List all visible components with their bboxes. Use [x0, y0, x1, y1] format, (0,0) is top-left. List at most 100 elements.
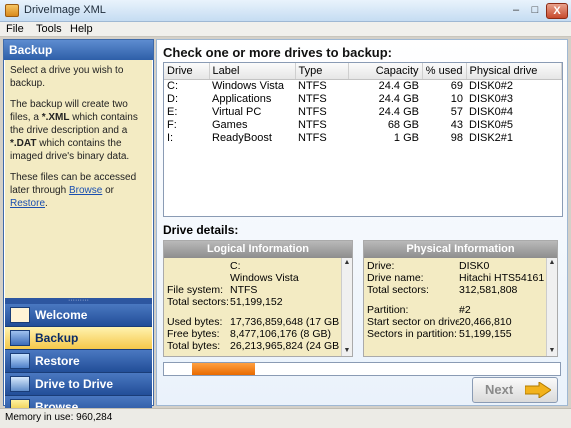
drive-row[interactable]: C: Windows Vista NTFS 24.4 GB 69 DISK0#2	[164, 79, 562, 92]
help-xml: *.XML	[41, 112, 70, 123]
info-key: Total sectors:	[167, 296, 229, 308]
next-button[interactable]: Next	[472, 377, 558, 403]
info-key: File system:	[167, 284, 224, 296]
drive-cell: C:	[167, 79, 178, 92]
physical-drive-cell: DISK0#4	[469, 105, 514, 118]
close-button[interactable]: X	[546, 3, 568, 19]
logical-info-panel: Logical Information C: Windows Vista File …	[163, 240, 353, 357]
info-row: Partition: #2	[367, 304, 544, 316]
drive-table: Drive Label Type Capacity % used Physica…	[164, 63, 562, 144]
main-panel: Check one or more drives to backup: Driv…	[156, 39, 568, 406]
info-row: Drive: DISK0	[367, 260, 544, 272]
info-row: File system: NTFS	[167, 284, 339, 296]
restore-icon	[10, 353, 30, 369]
info-row: Total bytes: 26,213,965,824 (24 GB)	[167, 340, 339, 352]
drive-row[interactable]: D: Applications NTFS 24.4 GB 10 DISK0#3	[164, 92, 562, 105]
capacity-cell: 24.4 GB	[378, 105, 419, 118]
type-cell: NTFS	[298, 105, 327, 118]
capacity-cell: 68 GB	[387, 118, 419, 131]
help-panel: Select a drive you wish to backup. The b…	[5, 60, 152, 298]
sidebar: Backup Select a drive you wish to backup…	[3, 39, 154, 419]
memory-status: Memory in use: 960,284	[5, 412, 113, 423]
info-key: Total sectors:	[367, 284, 429, 296]
nav-welcome-label: Welcome	[35, 308, 88, 322]
drive-row[interactable]: E: Virtual PC NTFS 24.4 GB 57 DISK0#4	[164, 105, 562, 118]
drive-cell: F:	[167, 118, 177, 131]
info-row: Drive name: Hitachi HTS541616	[367, 272, 544, 284]
column-label[interactable]: Label	[209, 63, 296, 80]
column-capacity[interactable]: Capacity	[348, 63, 423, 80]
logical-scrollbar[interactable]: ▲ ▼	[341, 258, 352, 356]
info-value: Hitachi HTS541616	[459, 272, 544, 284]
help-text-2: The backup will create two files, a *.XM…	[10, 98, 147, 163]
info-value: 8,477,106,176 (8 GB)	[230, 328, 331, 340]
label-cell: Applications	[212, 92, 272, 105]
nav-restore-label: Restore	[35, 354, 80, 368]
info-key: Used bytes:	[167, 316, 223, 328]
scroll-down-icon[interactable]: ▼	[342, 346, 352, 356]
physical-scrollbar[interactable]: ▲ ▼	[546, 258, 557, 356]
info-row: Free bytes: 8,477,106,176 (8 GB)	[167, 328, 339, 340]
physical-drive-cell: DISK0#3	[469, 92, 514, 105]
scroll-up-icon[interactable]: ▲	[342, 258, 352, 268]
nav-restore[interactable]: Restore	[5, 350, 152, 373]
nav-backup[interactable]: Backup	[5, 327, 152, 350]
info-key: Drive name:	[367, 272, 424, 284]
label-cell: Games	[212, 118, 248, 131]
type-cell: NTFS	[298, 79, 327, 92]
nav-drive-to-drive[interactable]: Drive to Drive	[5, 373, 152, 396]
info-row: Total sectors: 312,581,808	[367, 284, 544, 296]
info-key: Free bytes:	[167, 328, 220, 340]
progress-bar	[163, 362, 561, 376]
info-key	[167, 260, 230, 272]
info-key	[167, 272, 230, 284]
logical-info-title: Logical Information	[164, 241, 352, 258]
menu-file[interactable]: File	[6, 23, 24, 35]
menu-help[interactable]: Help	[70, 23, 93, 35]
column-drive[interactable]: Drive	[164, 63, 210, 80]
info-row: Total sectors: 51,199,152	[167, 296, 339, 308]
drive-cell: E:	[167, 105, 178, 118]
physical-drive-cell: DISK2#1	[469, 131, 514, 144]
info-row: Used bytes: 17,736,859,648 (17 GB)	[167, 316, 339, 328]
scroll-down-icon[interactable]: ▼	[547, 346, 557, 356]
info-row: Windows Vista	[167, 272, 339, 284]
column-type[interactable]: Type	[295, 63, 349, 80]
capacity-cell: 24.4 GB	[378, 79, 419, 92]
help-text-3: These files can be accessed later throug…	[10, 171, 147, 210]
info-value: 51,199,155	[459, 328, 512, 340]
sidebar-header: Backup	[4, 40, 153, 60]
nav-welcome[interactable]: Welcome	[5, 304, 152, 327]
scroll-up-icon[interactable]: ▲	[547, 258, 557, 268]
restore-link[interactable]: Restore	[10, 198, 45, 209]
drive-cell: I:	[167, 131, 174, 144]
column-used[interactable]: % used	[422, 63, 467, 80]
info-value: 17,736,859,648 (17 GB)	[230, 316, 339, 328]
drive-details-label: Drive details:	[163, 223, 239, 237]
drive-list[interactable]: Drive Label Type Capacity % used Physica…	[163, 62, 563, 217]
type-cell: NTFS	[298, 118, 327, 131]
info-row: Sectors in partition: 51,199,155	[367, 328, 544, 340]
column-physical-drive[interactable]: Physical drive	[466, 63, 562, 80]
label-cell: ReadyBoost	[212, 131, 272, 144]
browse-link[interactable]: Browse	[69, 185, 102, 196]
info-value: 20,466,810	[459, 316, 512, 328]
progress-fill	[191, 363, 256, 375]
drive-row[interactable]: F: Games NTFS 68 GB 43 DISK0#5	[164, 118, 562, 131]
info-value: 312,581,808	[459, 284, 518, 296]
menu-bar: File Tools Help	[0, 22, 571, 37]
maximize-button[interactable]: □	[526, 3, 544, 19]
menu-tools[interactable]: Tools	[36, 23, 62, 35]
info-value: #2	[459, 304, 471, 316]
welcome-icon	[10, 307, 30, 323]
minimize-button[interactable]: –	[507, 3, 525, 19]
info-row: Start sector on drive: 20,466,810	[367, 316, 544, 328]
info-value: C:	[230, 260, 241, 272]
physical-info-body: Drive: DISK0 Drive name: Hitachi HTS541616 T…	[364, 258, 547, 356]
help-or: or	[102, 185, 114, 196]
info-value: DISK0	[459, 260, 490, 272]
physical-info-panel: Physical Information Drive: DISK0 Drive na…	[363, 240, 558, 357]
drive-row[interactable]: I: ReadyBoost NTFS 1 GB 98 DISK2#1	[164, 131, 562, 144]
